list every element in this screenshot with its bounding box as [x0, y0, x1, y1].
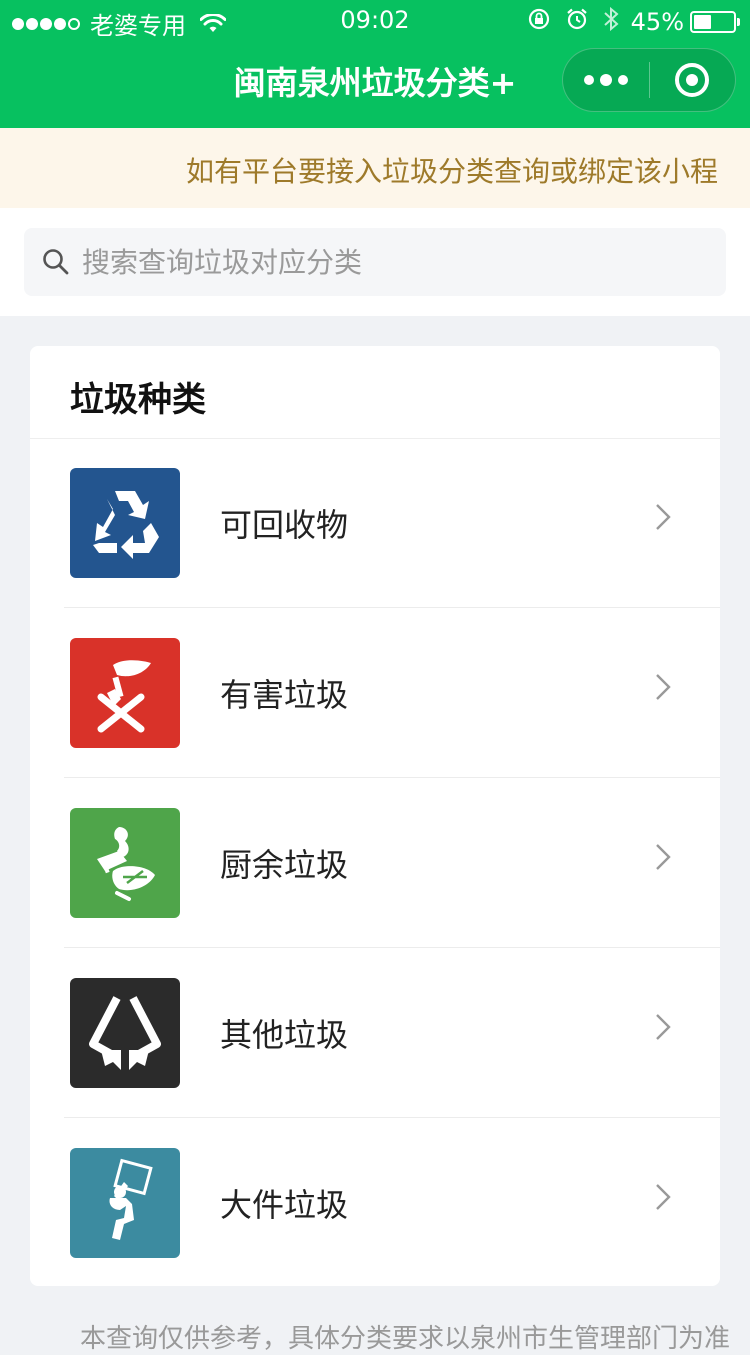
category-item-bulky[interactable]: 大件垃圾 — [30, 1118, 720, 1288]
category-item-other[interactable]: 其他垃圾 — [30, 948, 720, 1118]
chevron-right-icon — [654, 502, 672, 536]
rotation-lock-icon — [527, 7, 551, 37]
battery-level-fill — [694, 15, 711, 29]
app-header: 老婆专用 09:02 45% 闽南泉州垃圾分类+ — [0, 0, 750, 128]
search-icon — [42, 248, 70, 280]
notice-bar[interactable]: 如有平台要接入垃圾分类查询或绑定该小程 — [0, 128, 750, 208]
category-item-hazardous[interactable]: 有害垃圾 — [30, 608, 720, 778]
more-dot-icon — [583, 75, 594, 85]
battery-icon — [690, 11, 740, 33]
more-dot-icon — [599, 74, 612, 86]
status-right: 45% — [513, 6, 740, 38]
hazardous-icon — [70, 638, 180, 748]
chevron-right-icon — [654, 672, 672, 706]
search-section — [0, 208, 750, 316]
close-miniprogram-button[interactable] — [650, 48, 736, 112]
alarm-icon — [565, 7, 589, 37]
more-menu-button[interactable] — [563, 48, 649, 112]
target-close-icon — [675, 63, 710, 97]
category-item-recyclable[interactable]: 可回收物 — [30, 438, 720, 608]
card-title: 垃圾种类 — [70, 380, 206, 420]
categories-card: 垃圾种类 可回收物 有害垃圾 厨余垃圾 其他垃圾 大件垃圾 — [30, 346, 720, 1286]
recycle-icon — [70, 468, 180, 578]
bulky-waste-icon — [70, 1148, 180, 1258]
chevron-right-icon — [654, 1012, 672, 1046]
footer-disclaimer: 本查询仅供参考，具体分类要求以泉州市生管理部门为准 — [80, 1324, 731, 1354]
kitchen-waste-icon — [70, 808, 180, 918]
category-label: 可回收物 — [220, 506, 349, 544]
battery-percentage: 45% — [630, 8, 684, 36]
more-dot-icon — [617, 75, 628, 85]
category-label: 其他垃圾 — [220, 1016, 349, 1054]
search-input[interactable] — [82, 228, 702, 296]
category-label: 大件垃圾 — [220, 1186, 349, 1224]
category-label: 厨余垃圾 — [220, 846, 349, 884]
notice-text: 如有平台要接入垃圾分类查询或绑定该小程 — [186, 155, 719, 188]
other-waste-icon — [70, 978, 180, 1088]
bluetooth-icon — [603, 6, 619, 38]
category-item-kitchen[interactable]: 厨余垃圾 — [30, 778, 720, 948]
miniprogram-capsule — [562, 48, 736, 112]
status-bar: 老婆专用 09:02 45% — [0, 0, 750, 40]
search-box[interactable] — [24, 228, 726, 296]
category-label: 有害垃圾 — [220, 676, 349, 714]
chevron-right-icon — [654, 1182, 672, 1216]
chevron-right-icon — [654, 842, 672, 876]
